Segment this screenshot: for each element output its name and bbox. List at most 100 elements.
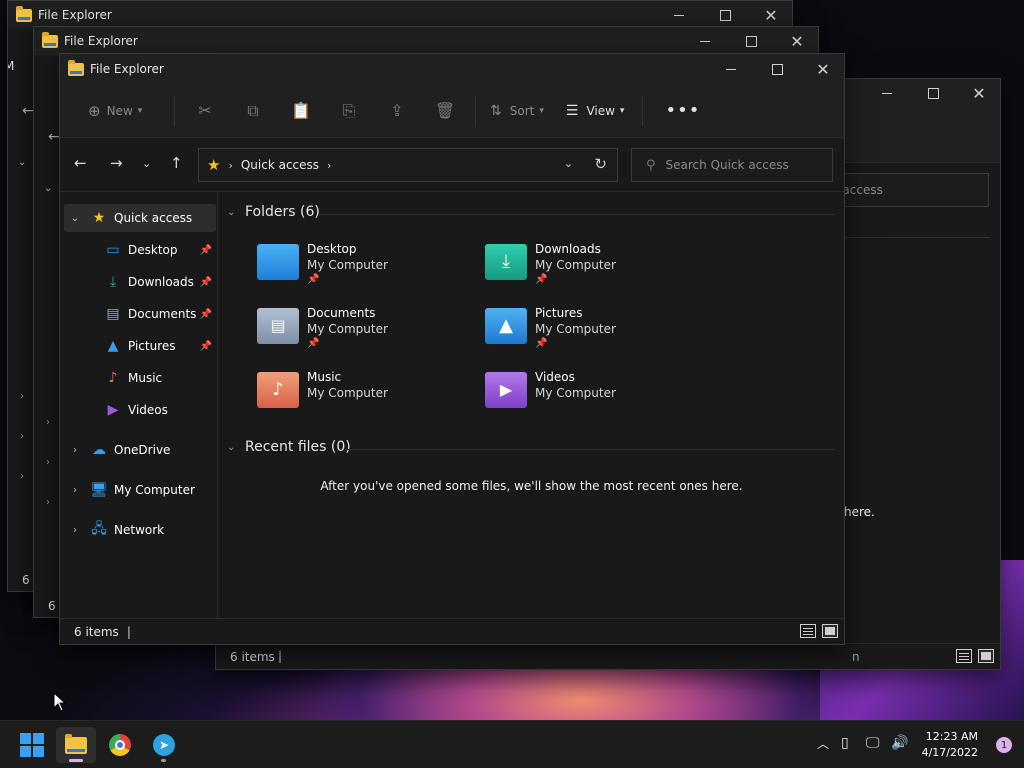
sidebar-item-documents[interactable]: ▤ Documents 📌 (64, 300, 216, 328)
maximize-button[interactable] (702, 1, 748, 29)
sidebar-item-onedrive[interactable]: › ☁ OneDrive (64, 436, 216, 464)
sidebar-item-pictures[interactable]: ▲ Pictures 📌 (64, 332, 216, 360)
volume-icon[interactable]: 🔊 (891, 735, 908, 751)
paste-icon[interactable]: 📋 (277, 101, 325, 120)
folder-location: My Computer (535, 386, 616, 400)
sidebar-item-videos[interactable]: ▶ Videos (64, 396, 216, 424)
sidebar-item-label: Desktop (128, 243, 178, 257)
chevron-down-icon[interactable]: ⌄ (68, 213, 82, 224)
date-text: 4/17/2022 (921, 746, 978, 759)
chevron-right-icon[interactable]: › (46, 497, 50, 508)
folders-group-header[interactable]: ⌄ Folders (6) (227, 204, 320, 220)
close-button[interactable]: ✕ (774, 27, 818, 55)
address-bar[interactable]: ★ › Quick access › ⌄ ↻ (198, 148, 618, 182)
chevron-down-icon[interactable]: ⌄ (227, 442, 241, 453)
back-arrow-icon[interactable]: ← (48, 129, 60, 145)
folder-icon (42, 31, 58, 48)
delete-icon[interactable]: 🗑 (421, 101, 469, 120)
titlebar[interactable]: File Explorer ✕ (34, 27, 818, 55)
start-button[interactable] (12, 727, 52, 763)
folder-name: Music (307, 370, 342, 384)
show-hidden-icons-button[interactable]: ︿ (817, 735, 829, 752)
minimize-button[interactable] (656, 1, 702, 29)
maximize-button[interactable] (754, 54, 800, 84)
network-status-icon[interactable]: 🖵 (866, 735, 880, 751)
hint-text: here. (844, 505, 875, 519)
folder-tile-videos[interactable]: ▶ Videos My Computer (485, 370, 685, 426)
up-arrow-icon[interactable]: ↑ (170, 154, 183, 172)
forward-arrow-icon[interactable]: → (110, 154, 123, 172)
breadcrumb-separator-icon[interactable]: › (327, 159, 331, 172)
minimize-button[interactable] (682, 27, 728, 55)
sidebar-item-desktop[interactable]: ▭ Desktop 📌 (64, 236, 216, 264)
close-button[interactable]: ✕ (800, 54, 844, 84)
copy-icon[interactable]: ⧉ (229, 101, 277, 121)
notification-badge[interactable]: 1 (996, 737, 1012, 753)
folder-tile-documents[interactable]: ▤ Documents My Computer 📌 (257, 306, 457, 362)
sidebar-item-music[interactable]: ♪ Music (64, 364, 216, 392)
chevron-down-icon[interactable]: ⌄ (18, 157, 26, 168)
search-input[interactable] (665, 158, 816, 172)
clock[interactable]: 12:23 AM 4/17/2022 (922, 729, 978, 761)
sidebar-item-downloads[interactable]: ⤓ Downloads 📌 (64, 268, 216, 296)
back-arrow-icon[interactable]: ← (22, 103, 34, 119)
address-dropdown-icon[interactable]: ⌄ (564, 157, 573, 170)
refresh-icon[interactable]: ↻ (594, 155, 607, 173)
folder-tile-pictures[interactable]: ▲ Pictures My Computer 📌 (485, 306, 685, 362)
folder-tile-music[interactable]: ♪ Music My Computer (257, 370, 457, 426)
recent-empty-message: After you've opened some files, we'll sh… (320, 479, 743, 493)
sidebar-item-label: My Computer (114, 483, 195, 497)
breadcrumb-quick-access[interactable]: Quick access (241, 158, 319, 172)
chevron-right-icon[interactable]: › (20, 471, 24, 482)
downloads-folder-icon: ⤓ (485, 244, 527, 280)
maximize-button[interactable] (728, 27, 774, 55)
titlebar[interactable]: File Explorer ✕ (60, 54, 844, 84)
file-explorer-window[interactable]: File Explorer ✕ ⊕ New ▾ ✂ ⧉ 📋 ⎘ ⇪ 🗑 ⇅ So… (59, 53, 845, 645)
share-icon[interactable]: ⇪ (373, 101, 421, 120)
chevron-right-icon[interactable]: › (68, 485, 82, 496)
minimize-button[interactable] (708, 54, 754, 84)
sidebar-item-my-computer[interactable]: › 🖥 My Computer (64, 476, 216, 504)
sidebar-item-quick-access[interactable]: ⌄ ★ Quick access (64, 204, 216, 232)
chevron-right-icon[interactable]: › (20, 431, 24, 442)
recent-files-group-header[interactable]: ⌄ Recent files (0) (227, 439, 351, 455)
toolbar-divider (642, 95, 644, 126)
chevron-right-icon[interactable]: › (68, 525, 82, 536)
chevron-down-icon[interactable]: ⌄ (44, 183, 52, 194)
details-view-button[interactable] (956, 649, 972, 663)
pictures-folder-icon: ▲ (485, 308, 527, 344)
back-arrow-icon[interactable]: ← (74, 154, 87, 172)
minimize-button[interactable] (864, 79, 910, 107)
tiles-view-button[interactable] (978, 649, 994, 663)
search-box[interactable]: ⚲ (631, 148, 833, 182)
details-view-button[interactable] (800, 624, 816, 638)
rename-icon[interactable]: ⎘ (325, 101, 373, 121)
sort-button[interactable]: ⇅ Sort ▾ (482, 95, 552, 127)
chevron-right-icon[interactable]: › (46, 417, 50, 428)
star-icon: ★ (207, 156, 221, 174)
view-button[interactable]: ☰ View ▾ (558, 95, 633, 127)
tablet-icon[interactable]: ▯ (841, 735, 849, 751)
chevron-right-icon[interactable]: › (46, 457, 50, 468)
close-button[interactable]: ✕ (748, 1, 792, 29)
status-fragment: n (852, 650, 860, 664)
folder-location: My Computer (307, 322, 388, 336)
new-button[interactable]: ⊕ New ▾ (80, 95, 168, 127)
folder-tile-desktop[interactable]: Desktop My Computer 📌 (257, 242, 457, 298)
chevron-right-icon[interactable]: › (68, 445, 82, 456)
tiles-view-button[interactable] (822, 624, 838, 638)
titlebar[interactable]: File Explorer ✕ (8, 1, 792, 29)
chevron-down-icon[interactable]: ⌄ (227, 207, 241, 218)
recent-locations-icon[interactable]: ⌄ (142, 157, 151, 170)
sidebar-item-label: Pictures (128, 339, 176, 353)
taskbar-file-explorer[interactable] (56, 727, 96, 763)
taskbar-telegram[interactable]: ➤ (144, 727, 184, 763)
chevron-right-icon[interactable]: › (20, 391, 24, 402)
cut-icon[interactable]: ✂ (181, 101, 229, 120)
more-options-button[interactable]: ••• (665, 100, 700, 121)
folder-tile-downloads[interactable]: ⤓ Downloads My Computer 📌 (485, 242, 685, 298)
maximize-button[interactable] (910, 79, 956, 107)
close-button[interactable]: ✕ (956, 79, 1000, 107)
sidebar-item-network[interactable]: › 🖧 Network (64, 516, 216, 544)
taskbar-chrome[interactable] (100, 727, 140, 763)
